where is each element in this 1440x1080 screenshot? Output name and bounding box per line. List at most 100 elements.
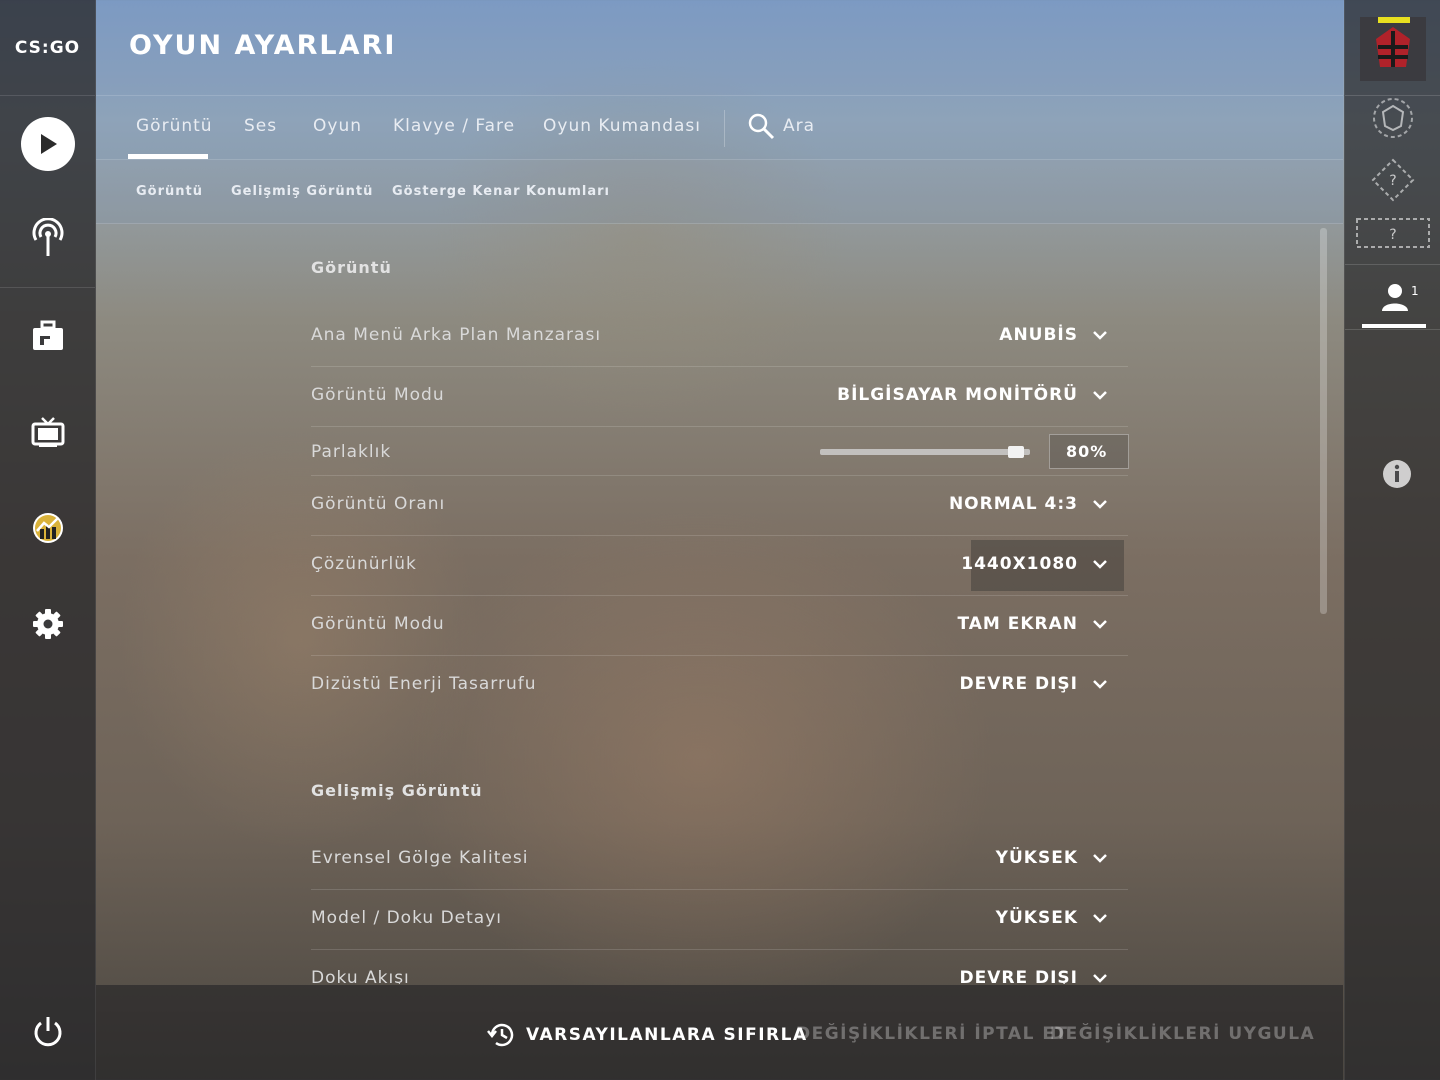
setting-label: Evrensel Gölge Kalitesi: [311, 848, 529, 868]
chevron-down-icon[interactable]: [1092, 329, 1108, 341]
cancel-changes-button[interactable]: DEĞİŞİKLİKLERİ İPTAL ET: [796, 1024, 1069, 1044]
setting-row[interactable]: Çözünürlük 1440X1080: [311, 536, 1128, 596]
content-scrollbar[interactable]: [1320, 228, 1327, 614]
search-button[interactable]: Ara: [747, 112, 815, 140]
rightbar-divider: [1345, 264, 1440, 265]
tab-game[interactable]: Oyun: [313, 116, 362, 136]
setting-dropdown-value[interactable]: YÜKSEK: [996, 848, 1078, 868]
setting-row[interactable]: Görüntü Modu TAM EKRAN: [311, 596, 1128, 656]
reset-defaults-button[interactable]: VARSAYILANLARA SIFIRLA: [486, 1021, 808, 1049]
left-nav: CS:GO: [0, 0, 96, 1080]
chevron-down-icon[interactable]: [1092, 618, 1108, 630]
player-avatar[interactable]: [1360, 17, 1426, 81]
friends-tab-indicator: [1362, 324, 1426, 328]
setting-label: Görüntü Modu: [311, 385, 445, 405]
csgo-logo[interactable]: CS:GO: [0, 0, 95, 96]
logo-text: CS:GO: [14, 37, 81, 58]
page-header: OYUN AYARLARI: [96, 0, 1343, 96]
setting-row-brightness[interactable]: Parlaklık 80%: [311, 427, 1129, 476]
svg-text:?: ?: [1389, 227, 1396, 243]
setting-row[interactable]: Görüntü Modu BİLGİSAYAR MONİTÖRÜ: [311, 367, 1128, 427]
chevron-down-icon[interactable]: [1092, 498, 1108, 510]
settings-subtabs: Görüntü Gelişmiş Görüntü Gösterge Kenar …: [96, 160, 1343, 224]
settings-footer: VARSAYILANLARA SIFIRLA DEĞİŞİKLİKLERİ İP…: [96, 985, 1343, 1080]
right-sidebar: ? ? 1: [1344, 0, 1440, 1080]
setting-row[interactable]: Model / Doku Detayı YÜKSEK: [311, 890, 1128, 950]
chevron-down-icon[interactable]: [1092, 389, 1108, 401]
brightness-slider-track[interactable]: [820, 449, 1030, 455]
avatar-emblem-icon: [1360, 17, 1426, 81]
tab-display[interactable]: Görüntü: [136, 116, 213, 136]
nav-divider: [0, 287, 95, 288]
setting-row[interactable]: Doku Akışı DEVRE DIŞI: [311, 950, 1128, 984]
subtab-hud-edge-positions[interactable]: Gösterge Kenar Konumları: [392, 184, 610, 199]
power-icon: [34, 1017, 61, 1047]
inventory-button[interactable]: [0, 296, 95, 376]
brightness-value-field[interactable]: 80%: [1049, 434, 1129, 469]
setting-label: Ana Menü Arka Plan Manzarası: [311, 325, 602, 345]
setting-label: Görüntü Modu: [311, 614, 445, 634]
inventory-briefcase-icon: [32, 320, 63, 350]
reset-defaults-label: VARSAYILANLARA SIFIRLA: [526, 1025, 808, 1045]
play-button[interactable]: [0, 104, 95, 184]
tab-keyboard-mouse[interactable]: Klavye / Fare: [393, 116, 515, 136]
stats-button[interactable]: [0, 488, 95, 568]
watch-button[interactable]: [0, 392, 95, 472]
gear-icon: [32, 609, 63, 639]
setting-dropdown-value[interactable]: DEVRE DIŞI: [959, 968, 1078, 984]
setting-label: Çözünürlük: [311, 554, 417, 574]
setting-dropdown-value[interactable]: TAM EKRAN: [957, 614, 1078, 634]
history-reset-icon: [487, 1023, 514, 1047]
setting-label: Doku Akışı: [311, 968, 410, 984]
chevron-down-icon[interactable]: [1092, 852, 1108, 864]
setting-row[interactable]: Dizüstü Enerji Tasarrufu DEVRE DIŞI: [311, 656, 1128, 715]
subtab-advanced-display[interactable]: Gelişmiş Görüntü: [231, 184, 373, 199]
brightness-slider-handle[interactable]: [1008, 446, 1024, 458]
setting-dropdown-value[interactable]: NORMAL 4:3: [949, 494, 1078, 514]
search-icon: [748, 113, 775, 140]
tab-audio[interactable]: Ses: [244, 116, 277, 136]
page-title: OYUN AYARLARI: [129, 30, 397, 61]
subtab-display[interactable]: Görüntü: [136, 184, 203, 199]
setting-label: Dizüstü Enerji Tasarrufu: [311, 674, 537, 694]
chevron-down-icon[interactable]: [1092, 678, 1108, 690]
search-label: Ara: [783, 116, 816, 136]
chevron-down-icon[interactable]: [1092, 912, 1108, 924]
setting-row[interactable]: Görüntü Oranı NORMAL 4:3: [311, 476, 1128, 536]
avatar-level-bar: [1378, 17, 1410, 23]
setting-dropdown-value[interactable]: 1440X1080: [961, 554, 1078, 574]
brightness-value: 80%: [1066, 442, 1108, 461]
info-icon[interactable]: [1382, 459, 1412, 489]
unknown-wingman-icon[interactable]: ?: [1356, 218, 1430, 248]
settings-content: Görüntü Ana Menü Arka Plan Manzarası ANU…: [96, 224, 1343, 984]
settings-button[interactable]: [0, 584, 95, 664]
setting-row[interactable]: Evrensel Gölge Kalitesi YÜKSEK: [311, 830, 1128, 890]
broadcast-icon: [32, 218, 63, 256]
unknown-rank-icon[interactable]: ?: [1371, 158, 1415, 202]
setting-label: Model / Doku Detayı: [311, 908, 502, 928]
chevron-down-icon[interactable]: [1092, 972, 1108, 984]
setting-dropdown-value[interactable]: DEVRE DIŞI: [959, 674, 1078, 694]
tab-controller[interactable]: Oyun Kumandası: [543, 116, 701, 136]
setting-dropdown-value[interactable]: ANUBİS: [999, 325, 1078, 345]
play-icon: [20, 117, 75, 171]
watch-broadcast-button[interactable]: [0, 198, 95, 278]
setting-dropdown-value[interactable]: BİLGİSAYAR MONİTÖRÜ: [837, 385, 1078, 405]
power-button[interactable]: [0, 992, 95, 1072]
stats-icon: [32, 513, 63, 543]
tab-divider: [724, 110, 725, 147]
section-title-display: Görüntü: [311, 258, 392, 277]
svg-text:?: ?: [1389, 173, 1396, 189]
section-title-advanced: Gelişmiş Görüntü: [311, 781, 483, 800]
setting-label: Görüntü Oranı: [311, 494, 446, 514]
friends-icon[interactable]: [1381, 282, 1409, 312]
tv-icon: [31, 417, 64, 447]
active-tab-indicator: [128, 154, 208, 159]
apply-changes-button[interactable]: DEĞİŞİKLİKLERİ UYGULA: [1050, 1024, 1315, 1044]
setting-label: Parlaklık: [311, 442, 392, 462]
rank-emblem-icon[interactable]: [1371, 96, 1415, 140]
setting-row[interactable]: Ana Menü Arka Plan Manzarası ANUBİS: [311, 307, 1128, 367]
setting-dropdown-value[interactable]: YÜKSEK: [996, 908, 1078, 928]
chevron-down-icon[interactable]: [1092, 558, 1108, 570]
rightbar-divider: [1345, 329, 1440, 330]
